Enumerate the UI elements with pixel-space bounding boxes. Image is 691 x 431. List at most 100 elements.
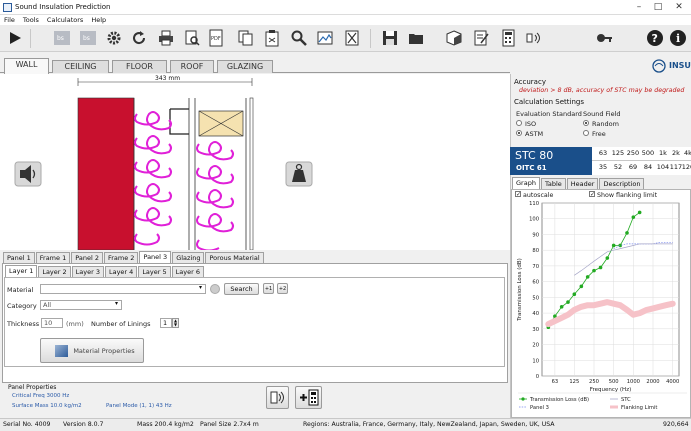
speaker-calc-button[interactable] <box>266 386 289 409</box>
tab-frame-1[interactable]: Frame 1 <box>35 252 71 263</box>
thickness-input[interactable]: 10 <box>41 318 63 328</box>
copy-icon[interactable] <box>236 28 256 48</box>
y-axis-label: Transmission Loss (dB) <box>517 258 523 322</box>
y-tick-label: 20 <box>532 343 539 349</box>
tab-glazing[interactable]: GLAZING <box>217 60 273 73</box>
data-point <box>631 215 636 219</box>
y-tick-label: 10 <box>532 358 539 364</box>
tab-panel-2[interactable]: Panel 2 <box>71 252 103 263</box>
tab-glazing-panel[interactable]: Glazing <box>172 252 205 263</box>
help-icon[interactable]: ? <box>645 28 665 48</box>
x-tick-label: 4000 <box>666 379 679 385</box>
run-icon[interactable] <box>5 28 25 48</box>
thickness-label: Thickness <box>7 320 40 328</box>
clipboard-icon[interactable] <box>262 28 282 48</box>
tab-panel-1[interactable]: Panel 1 <box>3 252 35 263</box>
tab-layer-5[interactable]: Layer 5 <box>138 266 171 277</box>
autoscale-checkbox[interactable]: ✓ autoscale <box>515 191 553 199</box>
tab-table[interactable]: Table <box>540 178 566 189</box>
band-value: 120 <box>681 163 691 171</box>
tab-panel-3[interactable]: Panel 3 <box>139 251 172 263</box>
tab-roof[interactable]: ROOF <box>170 60 214 73</box>
tab-layer-4[interactable]: Layer 4 <box>104 266 138 277</box>
menu-tools[interactable]: Tools <box>19 15 43 24</box>
tab-layer-3[interactable]: Layer 3 <box>71 266 104 277</box>
tab-header[interactable]: Header <box>566 178 599 189</box>
panel-tabs: Panel 1 Frame 1 Panel 2 Frame 2 Panel 3 … <box>3 251 265 263</box>
radio-free[interactable]: Free <box>583 130 606 138</box>
edit-note-icon[interactable] <box>471 28 491 48</box>
calc-settings-heading: Calculation Settings <box>514 98 584 106</box>
toolbar: bs bs PDF ? i <box>0 25 691 52</box>
title-bar: Sound Insulation Prediction – □ ✕ <box>0 0 691 15</box>
print-preview-icon[interactable] <box>182 28 202 48</box>
y-tick-label: 80 <box>532 248 539 254</box>
legend-label: Transmission Loss (dB) <box>529 397 589 403</box>
y-tick-label: 110 <box>529 201 539 207</box>
material-properties-button[interactable]: Material Properties <box>40 338 144 363</box>
radio-astm[interactable]: ASTM <box>516 130 543 138</box>
material-select[interactable] <box>40 284 206 294</box>
wall-section-drawing: 343 mm <box>0 74 510 252</box>
check-icon: ✓ <box>515 191 522 198</box>
close-button[interactable]: ✕ <box>671 1 687 13</box>
radio-random[interactable]: Random <box>583 120 619 128</box>
tab-layer-6[interactable]: Layer 6 <box>171 266 204 277</box>
open-icon[interactable] <box>406 28 426 48</box>
print-icon[interactable] <box>156 28 176 48</box>
info-icon[interactable]: i <box>668 28 688 48</box>
svg-text:PDF: PDF <box>211 36 221 42</box>
cursor-coords: 920,664 <box>663 421 689 428</box>
menu-help[interactable]: Help <box>87 15 110 24</box>
refresh-icon[interactable] <box>129 28 149 48</box>
key-icon[interactable] <box>594 28 614 48</box>
add-layer-2-button[interactable]: +2 <box>277 283 288 294</box>
accuracy-note: deviation > 8 dB, accuracy of STC may be… <box>519 87 685 94</box>
tab-layer-2[interactable]: Layer 2 <box>38 266 71 277</box>
tab-description[interactable]: Description <box>599 178 645 189</box>
flanking-checkbox[interactable]: ✓ Show flanking limit <box>589 191 657 199</box>
tab-layer-1[interactable]: Layer 1 <box>5 265 38 277</box>
band-frequency: 250 <box>626 149 640 157</box>
tab-wall[interactable]: WALL <box>4 58 49 74</box>
thickness-unit: (mm) <box>66 320 84 328</box>
add-calculator-button[interactable] <box>295 386 322 409</box>
cube-icon[interactable] <box>444 28 464 48</box>
panel-3-board <box>249 97 254 251</box>
check-icon: ✓ <box>589 191 596 198</box>
minimize-button[interactable]: – <box>631 1 647 13</box>
data-point <box>566 300 570 304</box>
tab-porous-material[interactable]: Porous Material <box>205 252 264 263</box>
save-icon[interactable] <box>380 28 400 48</box>
image-icon[interactable] <box>315 28 335 48</box>
menu-file[interactable]: File <box>0 15 19 24</box>
pdf-icon[interactable]: PDF <box>206 28 226 48</box>
tab-floor[interactable]: FLOOR <box>112 60 167 73</box>
speaker-icon[interactable] <box>524 28 544 48</box>
bs-icon[interactable]: bs <box>52 28 72 48</box>
band-frequency: 4k <box>684 149 691 157</box>
cross-box-icon[interactable] <box>342 28 362 48</box>
search-button[interactable]: Search <box>224 283 259 295</box>
band-value: 35 <box>598 163 608 171</box>
add-layer-button[interactable]: +1 <box>263 283 274 294</box>
critical-frequency: Critical Freq 3000 Hz <box>12 393 70 399</box>
search-icon[interactable] <box>289 28 309 48</box>
menu-calculators[interactable]: Calculators <box>43 15 87 24</box>
maximize-button[interactable]: □ <box>650 1 666 13</box>
tab-ceiling[interactable]: CEILING <box>52 60 109 73</box>
linings-stepper[interactable]: ▲ ▼ <box>172 318 179 328</box>
linings-input[interactable]: 1 <box>160 318 172 328</box>
radio-iso[interactable]: ISO <box>516 120 536 128</box>
tab-graph[interactable]: Graph <box>512 177 540 189</box>
clear-search-icon[interactable] <box>210 284 220 294</box>
chevron-down-icon: ▾ <box>199 284 203 291</box>
tab-frame-2[interactable]: Frame 2 <box>103 252 139 263</box>
calculator-icon[interactable] <box>498 28 518 48</box>
app-icon <box>3 3 12 12</box>
gear-icon[interactable] <box>104 28 124 48</box>
bs-icon-2[interactable]: bs <box>78 28 98 48</box>
band-frequency: 63 <box>598 149 608 157</box>
category-select[interactable]: All <box>40 300 122 310</box>
data-point <box>559 305 564 309</box>
